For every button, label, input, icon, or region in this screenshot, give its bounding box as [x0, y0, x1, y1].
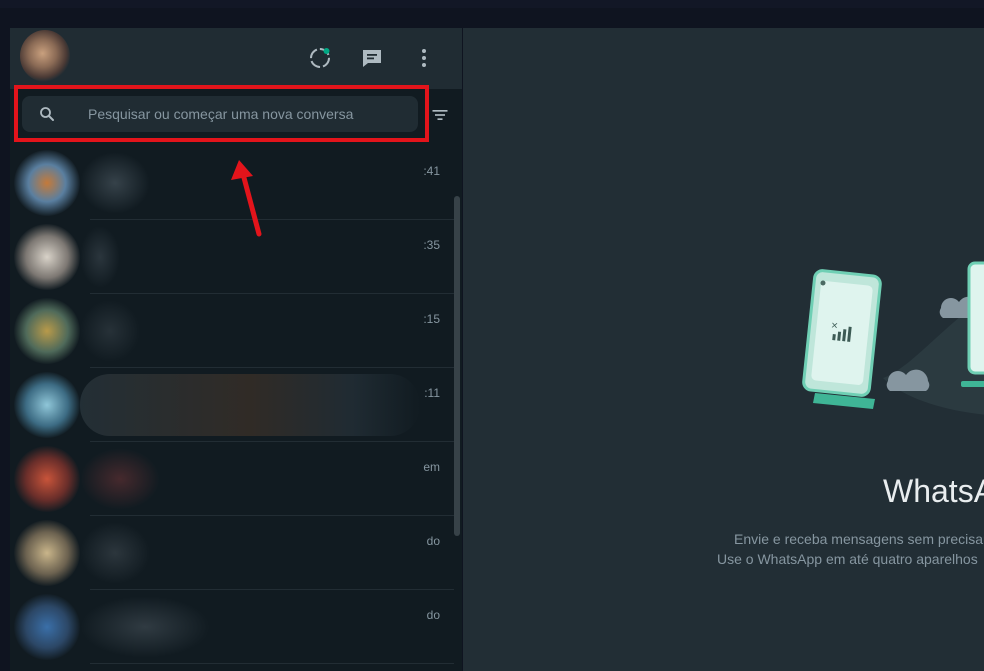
chat-avatar	[14, 520, 80, 586]
welcome-line-2: Use o WhatsApp em até quatro aparelhos	[717, 551, 978, 567]
my-avatar[interactable]	[20, 30, 70, 82]
filter-icon[interactable]	[430, 105, 450, 125]
chat-item[interactable]: do	[10, 590, 454, 664]
main-panel: × WhatsAp Envie e receba mensagens sem p…	[463, 28, 984, 671]
chat-blur	[80, 596, 210, 658]
new-chat-icon[interactable]	[360, 46, 384, 70]
chat-blur	[80, 300, 140, 362]
chat-avatar	[14, 446, 80, 512]
chat-item[interactable]: :15	[10, 294, 454, 368]
chat-blur	[80, 374, 420, 436]
chat-avatar	[14, 298, 80, 364]
chat-list: :41 :35 :15 :11 em do do	[10, 146, 454, 671]
chat-time: :15	[423, 312, 440, 326]
chat-divider	[90, 663, 454, 664]
chat-item[interactable]: :41	[10, 146, 454, 220]
status-icon[interactable]	[308, 46, 332, 70]
svg-text:×: ×	[830, 321, 839, 332]
search-row	[10, 89, 462, 146]
chat-time: em	[423, 460, 440, 474]
welcome-title: WhatsAp	[883, 473, 984, 509]
chat-time: do	[426, 608, 440, 622]
search-input[interactable]	[84, 96, 412, 132]
sidebar: :41 :35 :15 :11 em	[10, 28, 462, 671]
chat-item[interactable]: :35	[10, 220, 454, 294]
window-top-strip	[0, 8, 984, 28]
chat-time: :35	[423, 238, 440, 252]
chat-item[interactable]: :11	[10, 368, 454, 442]
chat-time: :41	[423, 164, 440, 178]
chat-avatar	[14, 372, 80, 438]
chat-blur	[80, 448, 160, 510]
chat-avatar	[14, 594, 80, 660]
chat-avatar	[14, 224, 80, 290]
chat-blur	[80, 152, 150, 214]
sidebar-header	[10, 28, 462, 89]
welcome-line-1: Envie e receba mensagens sem precisar	[734, 531, 984, 547]
chat-avatar	[14, 150, 80, 216]
chat-item[interactable]: em	[10, 442, 454, 516]
devices-illustration: ×	[802, 261, 984, 415]
chat-time: :11	[424, 386, 440, 400]
menu-icon[interactable]	[412, 46, 436, 70]
chat-item[interactable]: do	[10, 516, 454, 590]
chat-blur	[80, 522, 150, 584]
chat-blur	[80, 226, 120, 288]
chat-time: do	[426, 534, 440, 548]
window-top-bar	[0, 0, 984, 28]
search-box[interactable]	[22, 96, 418, 132]
search-icon[interactable]	[38, 105, 56, 123]
chat-list-scrollbar[interactable]	[454, 196, 460, 536]
